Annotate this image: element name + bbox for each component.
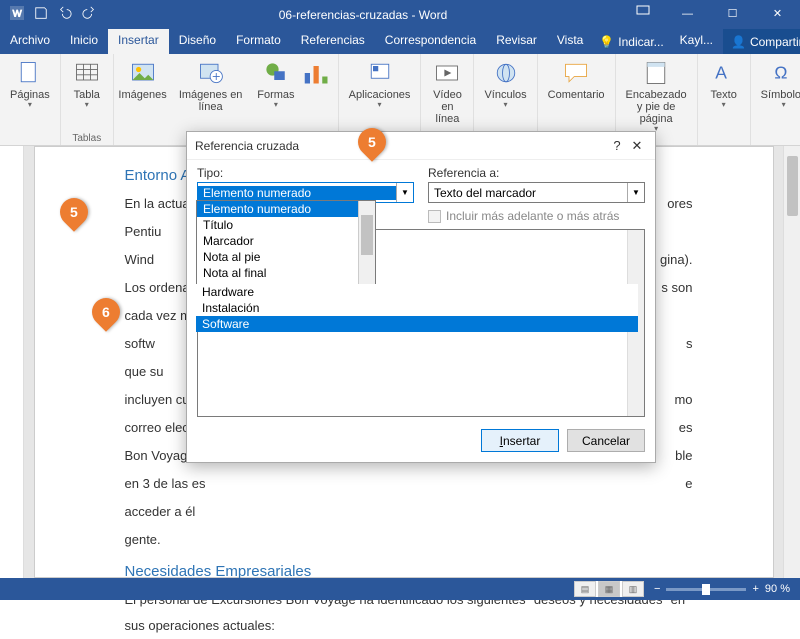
formas-button[interactable]: Formas▾ [256, 57, 296, 112]
tablas-group-label: Tablas [72, 131, 101, 144]
chevron-down-icon: ▼ [627, 183, 644, 202]
tab-vista[interactable]: Vista [547, 29, 593, 54]
tabla-button[interactable]: Tabla▾ [67, 57, 107, 112]
read-mode-icon: ▤ [574, 581, 596, 597]
svg-text:Ω: Ω [774, 62, 787, 82]
close-button[interactable]: ✕ [755, 0, 800, 29]
referencia-combobox[interactable]: Texto del marcador▼ [428, 182, 645, 203]
svg-text:A: A [715, 62, 727, 82]
web-layout-icon: ▥ [622, 581, 644, 597]
simbolos-button[interactable]: ΩSímbolos▾ [757, 57, 800, 112]
word-icon: W [10, 6, 24, 23]
share-button[interactable]: 👤 Compartir [723, 29, 800, 54]
svg-text:W: W [13, 9, 23, 20]
tab-insertar[interactable]: Insertar [108, 29, 169, 54]
imagenes-button[interactable]: Imágenes [120, 57, 166, 103]
user-name[interactable]: Kayl... [670, 29, 723, 54]
tipo-label: Tipo: [197, 166, 414, 180]
list-item[interactable]: Hardware [196, 284, 638, 300]
ribbon-tabs: Archivo Inicio Insertar Diseño Formato R… [0, 29, 800, 54]
referencia-label: Referencia a: [428, 166, 645, 180]
dialog-close-button[interactable]: ✕ [627, 138, 647, 154]
chart-button[interactable] [302, 57, 332, 89]
comentario-button[interactable]: Comentario [544, 57, 609, 103]
dropdown-option[interactable]: Nota al pie [197, 249, 375, 265]
status-bar: ▤ ▦ ▥ −+ 90 % [0, 578, 800, 600]
dropdown-option[interactable]: Nota al final [197, 265, 375, 281]
window-title: 06-referencias-cruzadas - Word [106, 8, 620, 22]
vertical-scrollbar[interactable] [783, 146, 800, 578]
ribbon-options-icon[interactable] [620, 0, 665, 29]
dialog-title: Referencia cruzada [195, 139, 299, 153]
maximize-button[interactable]: ☐ [710, 0, 755, 29]
tab-revisar[interactable]: Revisar [486, 29, 547, 54]
imagenes-en-linea-button[interactable]: Imágenes en línea [171, 57, 249, 115]
tab-correspondencia[interactable]: Correspondencia [375, 29, 486, 54]
save-icon[interactable] [34, 6, 48, 23]
dropdown-option[interactable]: Título [197, 217, 375, 233]
tab-formato[interactable]: Formato [226, 29, 291, 54]
tab-referencias[interactable]: Referencias [291, 29, 375, 54]
title-bar: W 06-referencias-cruzadas - Word — ☐ ✕ [0, 0, 800, 29]
aplicaciones-button[interactable]: Aplicaciones▾ [345, 57, 415, 112]
tell-me[interactable]: 💡 Indicar... [593, 29, 669, 54]
undo-icon[interactable] [58, 6, 72, 23]
tab-archivo[interactable]: Archivo [0, 29, 60, 54]
list-item[interactable]: Instalación [196, 300, 638, 316]
tab-diseno[interactable]: Diseño [169, 29, 226, 54]
paginas-button[interactable]: Páginas▾ [6, 57, 54, 112]
incluir-checkbox[interactable]: Incluir más adelante o más atrás [428, 203, 645, 223]
minimize-button[interactable]: — [665, 0, 710, 29]
specific-items[interactable]: Hardware Instalación Software [196, 284, 638, 332]
view-buttons[interactable]: ▤ ▦ ▥ [574, 581, 644, 597]
print-layout-icon: ▦ [598, 581, 620, 597]
help-button[interactable]: ? [607, 138, 627, 153]
texto-button[interactable]: ATexto▾ [704, 57, 744, 112]
cancelar-button[interactable]: Cancelar [567, 429, 645, 452]
redo-icon[interactable] [82, 6, 96, 23]
video-button[interactable]: Vídeo en línea [427, 57, 467, 127]
dropdown-option[interactable]: Elemento numerado [197, 201, 375, 217]
tab-inicio[interactable]: Inicio [60, 29, 108, 54]
insertar-button[interactable]: Insertar [481, 429, 559, 452]
vinculos-button[interactable]: Vínculos▾ [480, 57, 530, 112]
dropdown-option[interactable]: Marcador [197, 233, 375, 249]
encabezado-button[interactable]: Encabezado y pie de página▾ [622, 57, 691, 136]
vertical-ruler [0, 146, 24, 578]
zoom-value: 90 % [765, 583, 790, 595]
chevron-down-icon: ▼ [396, 183, 413, 202]
list-item[interactable]: Software [196, 316, 638, 332]
zoom-slider[interactable]: −+ 90 % [654, 583, 790, 595]
